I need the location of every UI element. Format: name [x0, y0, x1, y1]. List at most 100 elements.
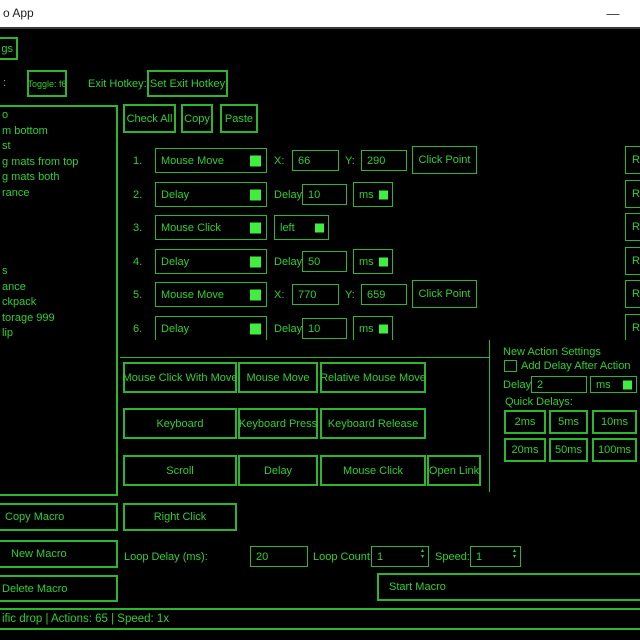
x-label: X:: [274, 289, 284, 301]
macro-list-item[interactable]: [0, 233, 116, 249]
action-type-value: Mouse Move: [161, 289, 224, 301]
spinner-down-icon[interactable]: ▾: [513, 554, 516, 560]
delay-input[interactable]: 50: [302, 251, 347, 272]
macro-list-item[interactable]: ckpack: [0, 295, 116, 311]
macro-list-item[interactable]: m bottom: [0, 124, 116, 140]
add-keyboard-release-button[interactable]: Keyboard Release: [320, 408, 426, 439]
x-label: X:: [274, 155, 284, 167]
dropdown-indicator-icon: [379, 190, 388, 199]
paste-button[interactable]: Paste: [220, 104, 258, 133]
remove-action-button[interactable]: R: [625, 247, 640, 275]
dropdown-indicator-icon: [379, 324, 388, 333]
add-open-link-button[interactable]: Open Link: [427, 455, 481, 486]
remove-action-button[interactable]: R: [625, 213, 640, 241]
macro-list-item[interactable]: g mats from top: [0, 155, 116, 171]
dropdown-indicator-icon: [250, 222, 261, 233]
toggle-hotkey-button[interactable]: Toggle: f6: [27, 70, 67, 97]
tab-settings[interactable]: gs: [0, 37, 18, 60]
copy-macro-label: Copy Macro: [5, 511, 64, 523]
x-input[interactable]: 66: [292, 150, 339, 171]
quick-delay-5ms-button[interactable]: 5ms: [549, 410, 588, 434]
add-right-click-button[interactable]: Right Click: [123, 503, 237, 531]
title-bar: o App —: [0, 0, 640, 27]
macro-list-item[interactable]: st: [0, 139, 116, 155]
y-input[interactable]: 290: [361, 150, 407, 171]
macro-list-item[interactable]: ance: [0, 280, 116, 296]
action-type-dropdown[interactable]: Mouse Click: [155, 215, 267, 240]
dropdown-indicator-icon: [250, 323, 261, 334]
toggle-hotkey-label: :: [3, 77, 6, 89]
macro-list-item[interactable]: o: [0, 108, 116, 124]
macro-list-item[interactable]: [0, 248, 116, 264]
unit-value: ms: [359, 189, 374, 201]
add-scroll-button[interactable]: Scroll: [123, 455, 237, 486]
macro-list-item[interactable]: [0, 217, 116, 233]
delay-label: Delay: [274, 256, 302, 268]
add-relative-mouse-move-button[interactable]: Relative Mouse Move: [320, 362, 426, 393]
new-macro-button[interactable]: New Macro: [0, 540, 118, 568]
delay-input[interactable]: 10: [302, 184, 347, 205]
remove-action-button[interactable]: R: [625, 180, 640, 208]
action-list: 1. Mouse Move X: 66 Y: 290 Click Point R…: [120, 140, 640, 340]
quick-delay-100ms-button[interactable]: 100ms: [592, 438, 637, 462]
check-all-button[interactable]: Check All: [123, 104, 176, 133]
spinner-down-icon[interactable]: ▾: [421, 554, 424, 560]
window-title: o App: [3, 6, 34, 20]
action-type-dropdown[interactable]: Delay: [155, 316, 267, 340]
add-delay-after-action-checkbox[interactable]: [504, 360, 517, 372]
add-delay-button[interactable]: Delay: [238, 455, 318, 486]
unit-dropdown[interactable]: ms: [353, 182, 393, 207]
loop-count-spinner[interactable]: 1 ▴ ▾: [371, 546, 429, 567]
macro-list-item[interactable]: s: [0, 264, 116, 280]
remove-action-button[interactable]: R: [625, 280, 640, 308]
exit-hotkey-label: Exit Hotkey:: [88, 78, 147, 90]
x-input[interactable]: 770: [292, 284, 339, 305]
click-point-button[interactable]: Click Point: [412, 146, 477, 174]
remove-action-button[interactable]: R: [625, 146, 640, 174]
add-delay-after-action-label: Add Delay After Action: [521, 360, 630, 372]
add-keyboard-press-button[interactable]: Keyboard Press: [238, 408, 318, 439]
macro-list-item[interactable]: g mats both: [0, 170, 116, 186]
loop-delay-input[interactable]: 20: [250, 546, 308, 567]
minimize-button[interactable]: —: [596, 0, 630, 27]
delay-label: Delay: [274, 323, 302, 335]
macro-list-item[interactable]: rance: [0, 186, 116, 202]
macro-list[interactable]: o m bottom st g mats from top g mats bot…: [0, 105, 118, 496]
quick-delay-50ms-button[interactable]: 50ms: [549, 438, 588, 462]
y-input[interactable]: 659: [361, 284, 407, 305]
copy-macro-button[interactable]: Copy Macro: [0, 503, 118, 531]
add-mouse-click-button[interactable]: Mouse Click: [320, 455, 426, 486]
click-point-button[interactable]: Click Point: [412, 280, 477, 308]
set-exit-hotkey-button[interactable]: Set Exit Hotkey: [147, 70, 228, 97]
unit-dropdown[interactable]: ms: [353, 316, 393, 340]
delete-macro-button[interactable]: Delete Macro: [0, 575, 118, 602]
quick-delay-2ms-button[interactable]: 2ms: [504, 410, 546, 434]
quick-delay-20ms-button[interactable]: 20ms: [504, 438, 546, 462]
action-type-dropdown[interactable]: Delay: [155, 182, 267, 207]
delay-label: Delay: [274, 189, 302, 201]
action-type-dropdown[interactable]: Mouse Move: [155, 282, 267, 307]
add-mouse-move-button[interactable]: Mouse Move: [238, 362, 318, 393]
macro-list-item[interactable]: torage 999: [0, 311, 116, 327]
loop-count-label: Loop Count:: [313, 551, 373, 563]
macro-list-item[interactable]: lip: [0, 326, 116, 342]
speed-spinner[interactable]: 1 ▴ ▾: [470, 546, 521, 567]
delay-input[interactable]: 10: [302, 318, 347, 339]
add-keyboard-button[interactable]: Keyboard: [123, 408, 237, 439]
new-action-unit-dropdown[interactable]: ms: [590, 376, 637, 393]
remove-action-button[interactable]: R: [625, 314, 640, 340]
status-bar: ific drop | Actions: 65 | Speed: 1x: [0, 608, 640, 630]
mouse-button-dropdown[interactable]: left: [274, 215, 329, 240]
new-action-settings-title: New Action Settings: [503, 346, 601, 358]
start-macro-button[interactable]: Start Macro: [377, 573, 640, 601]
settings-panel-divider: [489, 340, 490, 492]
quick-delay-10ms-button[interactable]: 10ms: [592, 410, 637, 434]
action-type-dropdown[interactable]: Delay: [155, 249, 267, 274]
speed-label: Speed:: [435, 551, 470, 563]
unit-dropdown[interactable]: ms: [353, 249, 393, 274]
add-mouse-click-with-move-button[interactable]: Mouse Click With Move: [123, 362, 237, 393]
action-type-dropdown[interactable]: Mouse Move: [155, 148, 267, 173]
copy-button[interactable]: Copy: [181, 104, 213, 133]
new-action-delay-input[interactable]: 2: [531, 376, 587, 393]
macro-list-item[interactable]: [0, 202, 116, 218]
